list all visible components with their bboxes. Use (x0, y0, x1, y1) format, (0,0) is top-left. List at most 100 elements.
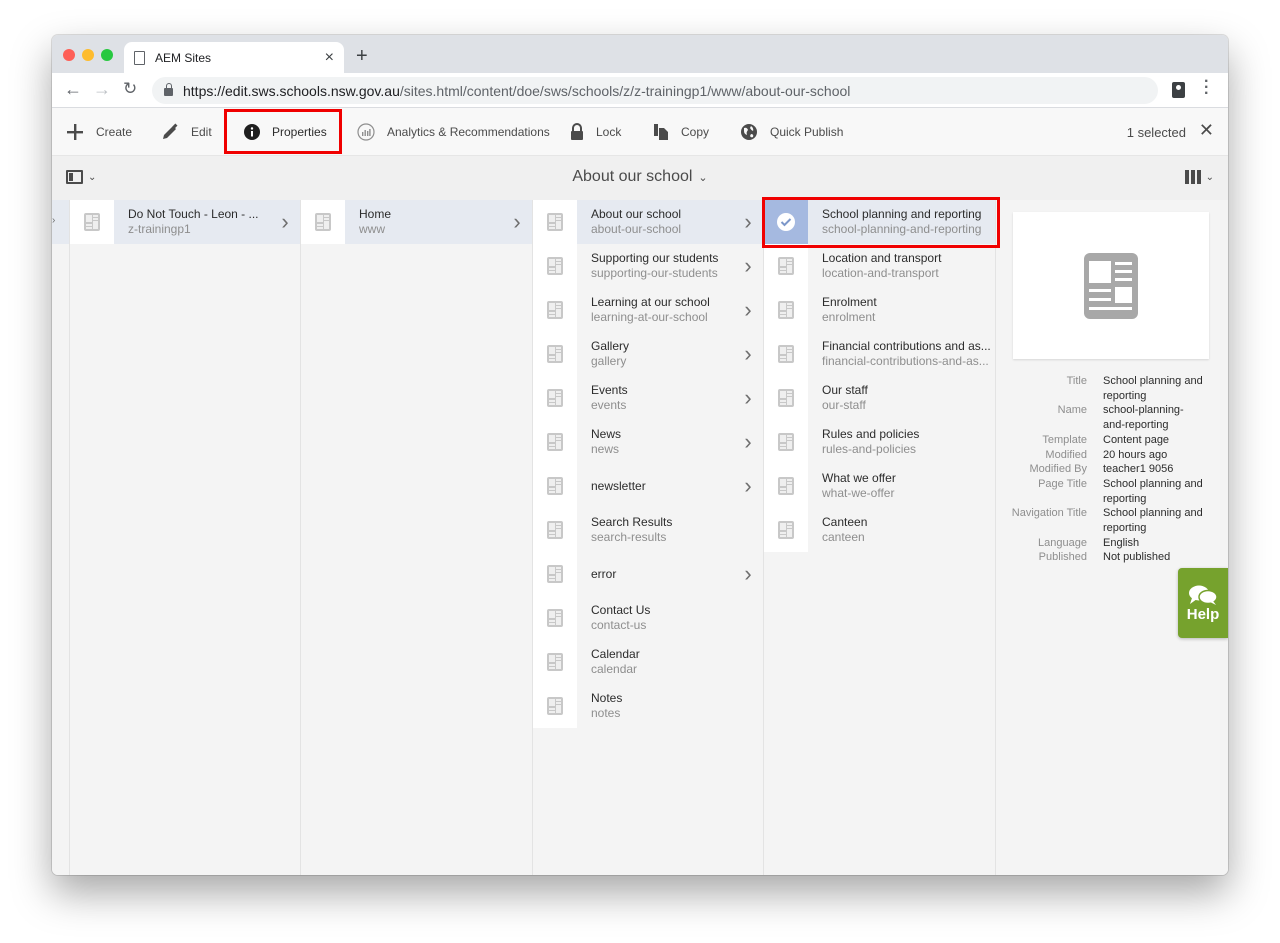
item-thumbnail[interactable] (764, 288, 808, 332)
chevron-right-icon[interactable]: › (733, 341, 763, 367)
property-value: school-planning-and-reporting (1103, 404, 1184, 432)
list-item[interactable]: Rules and policies rules-and-policies (764, 420, 995, 464)
forward-arrow-icon[interactable]: → (93, 79, 111, 100)
maximize-window-button[interactable] (101, 49, 113, 61)
profile-badge-icon[interactable] (1172, 82, 1185, 98)
item-text: What we offer what-we-offer (822, 471, 995, 501)
list-item[interactable]: Gallery gallery › (533, 332, 763, 376)
list-item[interactable]: Supporting our students supporting-our-st… (533, 244, 763, 288)
browser-tab[interactable]: AEM Sites × (124, 42, 344, 73)
page-icon (547, 433, 563, 451)
list-item[interactable]: Contact Us contact-us (533, 596, 763, 640)
chevron-right-icon[interactable]: › (733, 561, 763, 587)
item-thumbnail[interactable] (764, 508, 808, 552)
info-icon (244, 124, 260, 140)
selection-checkbox[interactable] (764, 200, 808, 244)
view-switcher-button[interactable]: ⌄ (1184, 170, 1214, 184)
list-item[interactable]: error › (533, 552, 763, 596)
item-thumbnail[interactable] (533, 376, 577, 420)
chevron-right-icon[interactable]: › (733, 253, 763, 279)
item-thumbnail[interactable] (533, 552, 577, 596)
close-window-button[interactable] (63, 49, 75, 61)
property-value: 20 hours ago (1103, 448, 1168, 461)
item-thumbnail[interactable] (301, 200, 345, 244)
page-icon (778, 433, 794, 451)
chevron-right-icon[interactable]: › (733, 209, 763, 235)
item-thumbnail[interactable] (764, 244, 808, 288)
item-thumbnail[interactable] (533, 464, 577, 508)
lock-button[interactable]: Lock (570, 108, 621, 156)
property-label: Page Title (1038, 477, 1087, 490)
minimize-window-button[interactable] (82, 49, 94, 61)
property-label: Published (1038, 551, 1087, 564)
back-arrow-icon[interactable]: ← (64, 79, 82, 100)
item-text: Rules and policies rules-and-policies (822, 427, 995, 457)
chevron-right-icon[interactable]: › (733, 297, 763, 323)
list-item[interactable]: Calendar calendar (533, 640, 763, 684)
help-button[interactable]: Help (1178, 568, 1228, 638)
chevron-right-icon[interactable]: › (270, 209, 300, 235)
list-item[interactable]: What we offer what-we-offer (764, 464, 995, 508)
item-thumbnail[interactable] (764, 464, 808, 508)
item-thumbnail[interactable] (764, 420, 808, 464)
item-thumbnail[interactable] (764, 332, 808, 376)
list-item[interactable]: Location and transport location-and-trans… (764, 244, 995, 288)
list-item[interactable]: Canteen canteen (764, 508, 995, 552)
list-item[interactable]: newsletter › (533, 464, 763, 508)
item-thumbnail[interactable] (533, 332, 577, 376)
list-item[interactable]: About our school about-our-school › (533, 200, 763, 244)
list-item[interactable]: Notes notes (533, 684, 763, 728)
list-item[interactable]: Home www › (301, 200, 532, 244)
create-button[interactable]: Create (66, 108, 132, 156)
item-thumbnail[interactable] (533, 200, 577, 244)
edit-button[interactable]: Edit (161, 108, 212, 156)
item-thumbnail[interactable] (764, 376, 808, 420)
property-row: Name school-planning-and-reporting (996, 403, 1228, 432)
list-item[interactable]: News news › (533, 420, 763, 464)
item-thumbnail[interactable] (70, 200, 114, 244)
plus-icon (66, 123, 84, 141)
chat-bubbles-icon (1189, 585, 1218, 605)
analytics-label: Analytics & Recommendations (387, 125, 550, 139)
item-text: Gallery gallery (591, 339, 733, 369)
item-thumbnail[interactable] (533, 596, 577, 640)
analytics-button[interactable]: Analytics & Recommendations (357, 108, 550, 156)
chevron-right-icon[interactable]: › (502, 209, 532, 235)
address-bar[interactable]: https://edit.sws.schools.nsw.gov.au/site… (152, 77, 1158, 104)
page-title[interactable]: About our school ⌄ (52, 168, 1228, 186)
item-thumbnail[interactable] (533, 684, 577, 728)
item-thumbnail[interactable] (533, 288, 577, 332)
list-item[interactable]: Search Results search-results (533, 508, 763, 552)
page-icon (547, 521, 563, 539)
item-name: financial-contributions-and-as... (822, 354, 989, 368)
quick-publish-button[interactable]: Quick Publish (740, 108, 843, 156)
page-icon (547, 345, 563, 363)
clear-selection-icon[interactable]: ✕ (1199, 120, 1214, 141)
browser-menu-icon[interactable]: · · · (1204, 74, 1209, 102)
list-item[interactable]: Events events › (533, 376, 763, 420)
chevron-right-icon[interactable]: › (733, 429, 763, 455)
copy-button[interactable]: Copy (653, 108, 709, 156)
list-item[interactable]: Do Not Touch - Leon - ... z-trainingp1 › (70, 200, 300, 244)
item-text: About our school about-our-school (591, 207, 733, 237)
list-item[interactable]: Enrolment enrolment (764, 288, 995, 332)
new-tab-button[interactable]: + (356, 45, 368, 68)
edit-label: Edit (191, 125, 212, 139)
property-row: Modified By teacher1 9056 (996, 462, 1228, 477)
list-item[interactable]: Learning at our school learning-at-our-sc… (533, 288, 763, 332)
reload-icon[interactable]: ↻ (123, 79, 137, 99)
collapsed-row[interactable]: › (52, 200, 69, 244)
list-item[interactable]: Our staff our-staff (764, 376, 995, 420)
item-title: newsletter (591, 478, 646, 493)
item-thumbnail[interactable] (533, 640, 577, 684)
item-name: news (591, 442, 620, 456)
item-thumbnail[interactable] (533, 508, 577, 552)
tab-close-icon[interactable]: × (325, 49, 334, 67)
list-item[interactable]: School planning and reporting school-plan… (764, 200, 995, 244)
item-thumbnail[interactable] (533, 420, 577, 464)
item-thumbnail[interactable] (533, 244, 577, 288)
properties-button[interactable]: Properties (244, 108, 327, 156)
chevron-right-icon[interactable]: › (733, 473, 763, 499)
list-item[interactable]: Financial contributions and as... financi… (764, 332, 995, 376)
chevron-right-icon[interactable]: › (733, 385, 763, 411)
